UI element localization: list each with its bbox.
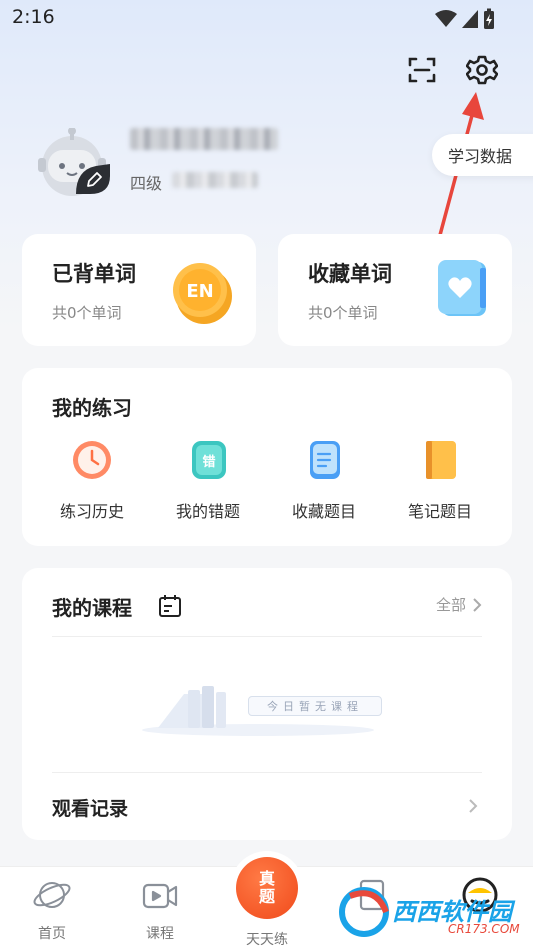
pencil-icon [76, 164, 110, 194]
status-icons [435, 8, 495, 30]
learned-words-card[interactable]: 已背单词 共0个单词 EN [22, 234, 256, 346]
watermark-logo: 西西软件园 CR173.COM [336, 878, 533, 944]
daily-practice-icon: 真 题 [236, 857, 298, 919]
tab-home-label: 首页 [38, 926, 66, 942]
settings-button[interactable] [462, 50, 502, 90]
all-courses-link[interactable]: 全部 [436, 594, 482, 615]
my-practice-card: 我的练习 练习历史 错 我的错题 收藏题目 笔记题目 [22, 368, 512, 546]
tab-home[interactable]: 首页 [12, 875, 92, 943]
learned-words-title: 已背单词 [52, 262, 136, 286]
practice-history-item[interactable]: 练习历史 [42, 438, 142, 522]
chevron-right-icon[interactable] [468, 798, 478, 814]
username-redacted [130, 128, 278, 150]
edit-avatar-button[interactable] [76, 164, 110, 194]
note-questions-label: 笔记题目 [407, 502, 472, 521]
level-label: 四级 [130, 174, 163, 193]
all-courses-label: 全部 [435, 596, 466, 614]
wifi-icon [435, 10, 457, 27]
video-icon [142, 883, 178, 909]
tab-daily-practice-label: 天天练 [246, 932, 288, 948]
courses-divider [52, 636, 482, 637]
level-detail-redacted [172, 172, 258, 188]
favorite-question-icon [310, 441, 340, 479]
calendar-icon[interactable] [158, 594, 182, 618]
gear-icon [466, 55, 498, 85]
svg-text:EN: EN [186, 281, 213, 302]
wrong-question-icon: 错 [192, 441, 226, 479]
status-time: 2:16 [12, 6, 55, 28]
courses-title: 我的课程 [52, 596, 132, 620]
status-bar: 2:16 [0, 0, 533, 36]
clock-icon [73, 441, 111, 479]
signal-icon [462, 10, 478, 28]
study-data-button[interactable]: 学习数据 [432, 134, 533, 176]
scan-icon [408, 57, 436, 83]
study-data-label: 学习数据 [448, 147, 513, 166]
watch-history-label[interactable]: 观看记录 [52, 794, 128, 821]
favorite-words-count: 共0个单词 [308, 304, 378, 322]
scan-button[interactable] [402, 50, 442, 90]
chevron-right-icon [473, 597, 482, 612]
tab-courses[interactable]: 课程 [120, 875, 200, 943]
practice-title: 我的练习 [52, 396, 132, 420]
tab-courses-label: 课程 [146, 926, 174, 942]
favorite-words-card[interactable]: 收藏单词 共0个单词 [278, 234, 512, 346]
daily-badge-line2: 题 [258, 887, 275, 906]
heart-book-icon [438, 260, 486, 316]
favorite-words-title: 收藏单词 [308, 262, 392, 286]
tab-daily-practice[interactable]: 天天练 [227, 929, 307, 948]
watermark-sub: CR173.COM [448, 922, 520, 936]
watch-divider [52, 772, 482, 773]
planet-icon [33, 882, 71, 908]
my-courses-card: 我的课程 全部 今日暂无课程 观看记录 [22, 568, 512, 840]
favorite-questions-item[interactable]: 收藏题目 [274, 438, 374, 522]
svg-text:错: 错 [202, 454, 215, 470]
watermark-swirl-icon [339, 887, 389, 937]
practice-history-label: 练习历史 [59, 502, 124, 521]
favorite-questions-label: 收藏题目 [291, 502, 356, 521]
wrong-questions-item[interactable]: 错 我的错题 [158, 438, 258, 522]
note-questions-item[interactable]: 笔记题目 [390, 438, 490, 522]
tab-daily-practice-button[interactable]: 真 题 [230, 851, 304, 925]
daily-badge-line1: 真 [258, 869, 275, 888]
learned-words-count: 共0个单词 [52, 304, 122, 322]
wrong-questions-label: 我的错题 [175, 502, 240, 521]
note-question-icon [426, 441, 456, 479]
empty-courses-text: 今日暂无课程 [248, 696, 382, 716]
battery-icon [484, 8, 494, 29]
en-coin-icon: EN [173, 263, 232, 324]
